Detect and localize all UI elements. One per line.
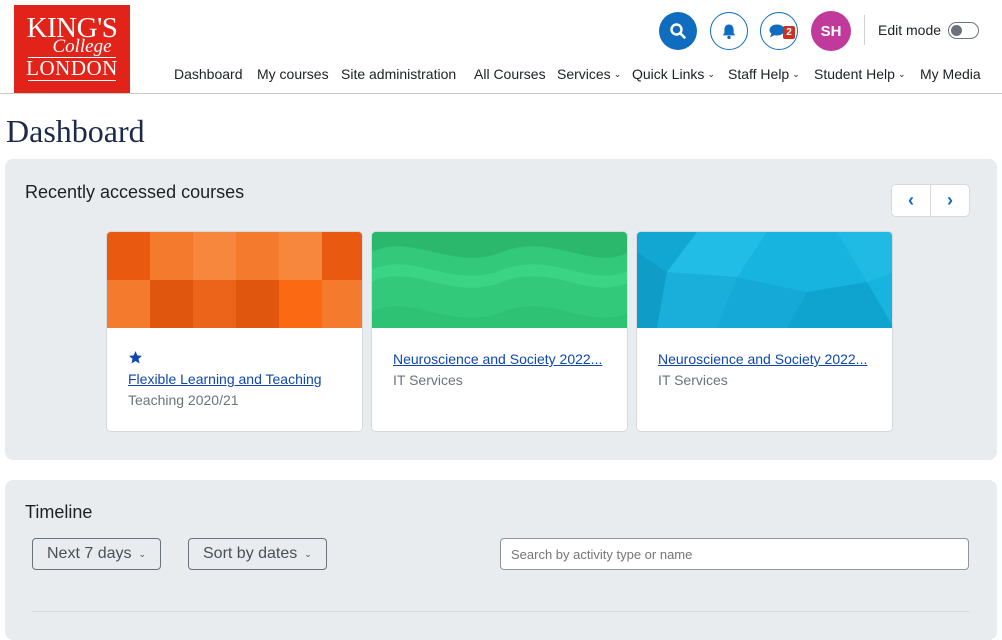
- course-title-link[interactable]: Flexible Learning and Teaching: [128, 371, 322, 387]
- user-avatar[interactable]: SH: [811, 11, 851, 51]
- notifications-button[interactable]: [710, 12, 748, 50]
- nav-item-staff-help[interactable]: Staff Help ⌄: [728, 66, 800, 82]
- course-card[interactable]: Neuroscience and Society 2022... IT Serv…: [371, 231, 628, 432]
- course-category: Teaching 2020/21: [128, 392, 239, 408]
- next-page-button[interactable]: ›: [931, 185, 969, 216]
- chevron-down-icon: ⌄: [707, 69, 715, 79]
- edit-mode-toggle[interactable]: [948, 22, 979, 39]
- nav-item-quick-links[interactable]: Quick Links ⌄: [632, 66, 715, 82]
- nav-item-site-administration[interactable]: Site administration: [341, 66, 456, 82]
- nav-item-dashboard[interactable]: Dashboard: [174, 66, 243, 82]
- search-button[interactable]: [659, 12, 697, 50]
- sort-label: Sort by dates: [203, 545, 298, 562]
- nav-label: My Media: [920, 66, 981, 82]
- course-pager: ‹ ›: [891, 184, 970, 217]
- course-category: IT Services: [393, 372, 463, 388]
- header-divider: [864, 15, 865, 45]
- date-filter-dropdown[interactable]: Next 7 days ⌄: [32, 538, 162, 570]
- course-image-pattern-blue[interactable]: [637, 232, 893, 328]
- nav-label: Student Help: [814, 66, 895, 82]
- recent-courses-title: Recently accessed courses: [25, 182, 245, 202]
- chevron-left-icon: ‹: [908, 190, 914, 210]
- nav-label: Staff Help: [728, 66, 790, 82]
- page-title: Dashboard: [6, 113, 145, 149]
- messages-button[interactable]: 2: [760, 12, 798, 50]
- previous-page-button[interactable]: ‹: [892, 185, 930, 216]
- sort-dropdown[interactable]: Sort by dates ⌄: [188, 538, 327, 570]
- chevron-down-icon: ⌄: [304, 548, 312, 559]
- course-title-link[interactable]: Neuroscience and Society 2022...: [393, 351, 602, 367]
- nav-label: All Courses: [474, 66, 546, 82]
- course-card[interactable]: Flexible Learning and Teaching Teaching …: [106, 231, 363, 432]
- edit-mode-label: Edit mode: [878, 22, 942, 38]
- search-icon: [670, 23, 686, 39]
- nav-label: Services: [557, 66, 611, 82]
- nav-item-student-help[interactable]: Student Help ⌄: [814, 66, 906, 82]
- timeline-search-input[interactable]: [500, 538, 969, 570]
- logo-line-2: College: [52, 36, 112, 57]
- bell-icon: [722, 24, 736, 39]
- course-image-pattern-green[interactable]: [372, 232, 628, 328]
- nav-item-services[interactable]: Services ⌄: [557, 66, 621, 82]
- message-count-badge: 2: [783, 26, 795, 39]
- primary-navigation: Dashboard My courses Site administration…: [0, 66, 1002, 86]
- nav-label: Quick Links: [632, 66, 705, 82]
- nav-label: Site administration: [341, 66, 457, 82]
- course-category: IT Services: [658, 372, 728, 388]
- date-filter-label: Next 7 days: [47, 545, 132, 562]
- nav-item-all-courses[interactable]: All Courses: [474, 66, 546, 82]
- toggle-knob: [951, 24, 962, 36]
- course-image-pattern-orange[interactable]: [107, 232, 363, 328]
- top-navbar: KING'S College LONDON 2 SH Edit mode Das…: [0, 0, 1002, 94]
- chevron-down-icon: ⌄: [897, 69, 906, 79]
- nav-label: My courses: [257, 66, 329, 82]
- timeline-title: Timeline: [25, 502, 93, 522]
- chevron-down-icon: ⌄: [792, 69, 800, 79]
- timeline-divider: [32, 611, 969, 612]
- nav-item-my-courses[interactable]: My courses: [257, 66, 329, 82]
- chevron-right-icon: ›: [946, 190, 953, 210]
- timeline-block: Timeline Next 7 days ⌄ Sort by dates ⌄: [5, 480, 997, 640]
- chevron-down-icon: ⌄: [138, 548, 147, 559]
- course-card[interactable]: Neuroscience and Society 2022... IT Serv…: [636, 231, 893, 432]
- chevron-down-icon: ⌄: [613, 69, 622, 79]
- recently-accessed-courses-block: Recently accessed courses ‹ › Flexible L…: [5, 159, 997, 460]
- nav-item-my-media[interactable]: My Media: [920, 66, 981, 82]
- nav-label: Dashboard: [174, 66, 243, 82]
- course-title-link[interactable]: Neuroscience and Society 2022...: [658, 351, 867, 367]
- starred-icon: [129, 351, 142, 364]
